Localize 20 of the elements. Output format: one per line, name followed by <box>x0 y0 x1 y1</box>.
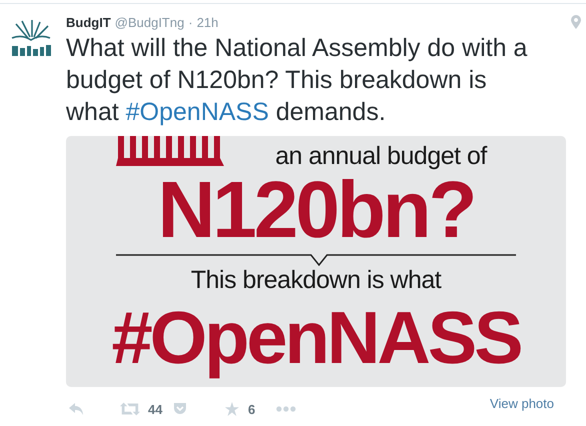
reply-icon[interactable] <box>68 402 84 416</box>
author-handle[interactable]: @BudgITng <box>114 14 184 30</box>
action-count: 6 <box>248 402 256 416</box>
photo-headline: N120bn? <box>158 170 474 250</box>
hashtag-link[interactable]: #OpenNASS <box>126 98 269 126</box>
tweet-time[interactable]: 21h <box>196 14 218 30</box>
star-icon[interactable] <box>224 402 240 416</box>
view-photo-link[interactable]: View photo <box>490 396 554 410</box>
pocket-icon[interactable] <box>172 402 188 416</box>
photo-caption: an annual budget of <box>275 142 487 170</box>
photo-caption: This breakdown is what <box>190 266 442 294</box>
photo-headline: #OpenNASS <box>112 295 520 381</box>
location-pin-icon[interactable] <box>571 15 581 29</box>
building-columns-icon <box>116 136 224 166</box>
retweet-icon[interactable] <box>120 402 140 416</box>
photo[interactable]: an annual budget of N120bn? This breakdown is what #OpenNASS <box>66 136 566 387</box>
action-count: 44 <box>148 402 162 416</box>
author-name[interactable]: BudgIT <box>66 14 111 30</box>
separator: · <box>188 14 193 30</box>
tweet-text: What will the National Assembly do with a budget of N120bn? This breakdown is what #OpenNASS demands. <box>66 33 528 128</box>
